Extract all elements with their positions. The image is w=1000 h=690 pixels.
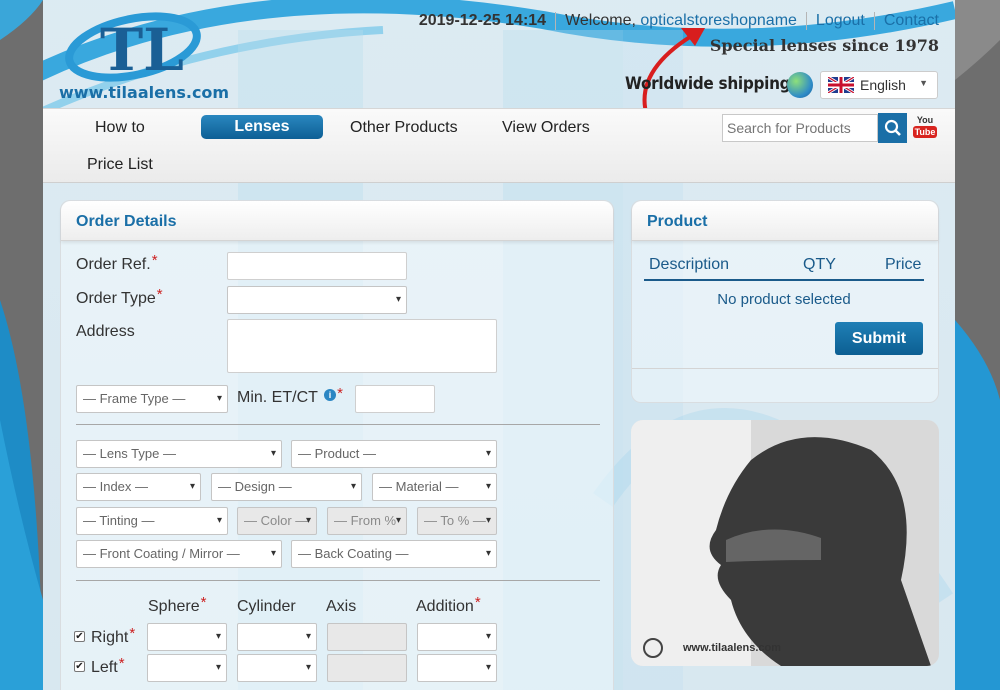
min-et-ct-label: Min. ET/CT i * [237,385,343,406]
table-divider [644,279,924,281]
nav-how-to[interactable]: How to [95,119,145,137]
nav-view-orders[interactable]: View Orders [502,119,590,137]
qty-header: QTY [803,256,836,273]
left-label: Left* [91,655,125,676]
order-ref-input[interactable] [227,252,407,280]
tinting-select[interactable]: — Tinting — [76,507,228,535]
main-nav: How to Lenses Other Products View Orders… [43,108,955,183]
youtube-icon[interactable]: You Tube [913,115,937,141]
right-checkbox[interactable]: ✔ [74,631,85,642]
product-panel: Product Description QTY Price No product… [631,200,939,403]
frame-type-select[interactable]: — Frame Type — [76,385,228,413]
search-input[interactable] [722,114,878,142]
nav-lenses[interactable]: Lenses [201,115,323,139]
chevron-down-icon: ▼ [919,78,928,88]
empty-message: No product selected [717,291,851,308]
price-header: Price [885,256,922,273]
product-photo: www.tilaalens.com [631,420,939,666]
left-checkbox[interactable]: ✔ [74,661,85,672]
datetime: 2019-12-25 14:14 [419,12,557,30]
right-cylinder-select[interactable] [237,623,317,651]
order-type-label: Order Type* [76,286,163,307]
description-header: Description [649,256,730,273]
design-select[interactable]: — Design — [211,473,362,501]
axis-header: Axis [326,598,357,615]
right-axis-input[interactable] [327,623,407,651]
index-select[interactable]: — Index — [76,473,201,501]
left-addition-select[interactable] [417,654,497,682]
to-percent-select[interactable]: — To % — [417,507,497,535]
order-type-select[interactable] [227,286,407,314]
info-icon[interactable]: i [324,389,337,401]
front-coating-select[interactable]: — Front Coating / Mirror — [76,540,282,568]
globe-icon [787,72,813,98]
logo-url[interactable]: www.tilaalens.com [59,83,229,102]
divider [76,580,600,581]
order-details-title: Order Details [61,201,613,241]
contact-link[interactable]: Contact [875,12,939,30]
language-value: English [860,77,906,93]
left-axis-input[interactable] [327,654,407,682]
sphere-header: Sphere* [148,594,207,615]
photo-watermark: www.tilaalens.com [683,642,782,654]
address-textarea[interactable] [227,319,497,373]
nav-other-products[interactable]: Other Products [350,119,458,137]
mannequin-head-image [631,420,939,666]
from-percent-select[interactable]: — From % [327,507,407,535]
shipping-label: Worldwide shipping [625,74,791,94]
nav-price-list[interactable]: Price List [87,156,153,174]
uk-flag-icon [828,77,854,93]
lens-type-select[interactable]: — Lens Type — [76,440,282,468]
back-coating-select[interactable]: — Back Coating — [291,540,497,568]
page: TL www.tilaalens.com 2019-12-25 14:14 We… [43,0,955,690]
svg-text:TL: TL [100,16,184,84]
address-label: Address [76,323,135,340]
panel-footer-divider [632,368,938,369]
left-sphere-select[interactable] [147,654,227,682]
search-button[interactable] [878,113,907,143]
red-arrow-annotation [642,28,705,117]
tagline: Special lenses since 1978 [709,36,939,55]
color-select[interactable]: — Color — [237,507,317,535]
product-title: Product [632,201,938,241]
left-cylinder-select[interactable] [237,654,317,682]
language-select[interactable]: English ▼ [820,71,938,99]
right-addition-select[interactable] [417,623,497,651]
logout-link[interactable]: Logout [807,12,875,30]
order-details-panel: Order Details Order Ref.* Order Type* Ad… [60,200,614,690]
material-select[interactable]: — Material — [372,473,497,501]
product-select[interactable]: — Product — [291,440,497,468]
search-icon [884,119,901,136]
min-et-ct-input[interactable] [355,385,435,413]
order-ref-label: Order Ref.* [76,252,158,273]
cylinder-header: Cylinder [237,598,296,615]
divider [76,424,600,425]
right-label: Right* [91,625,136,646]
right-sphere-select[interactable] [147,623,227,651]
addition-header: Addition* [416,594,481,615]
submit-button[interactable]: Submit [835,322,923,355]
